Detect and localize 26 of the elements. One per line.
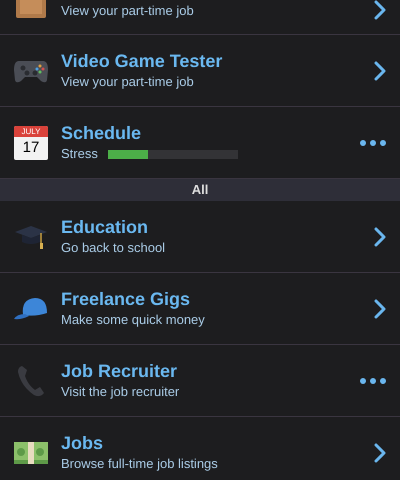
item-title: Jobs xyxy=(61,432,104,455)
item-title: Freelance Gigs xyxy=(61,288,192,311)
more-icon[interactable] xyxy=(360,378,386,384)
item-subtitle: Make some quick money xyxy=(61,311,206,329)
more-icon[interactable] xyxy=(360,140,386,146)
meter-label: Stress xyxy=(61,145,98,163)
calendar-month: JULY xyxy=(14,126,48,136)
item-title: Job Recruiter xyxy=(61,360,178,383)
item-title: Video Game Tester xyxy=(61,50,224,73)
section-header: All xyxy=(0,179,400,201)
item-subtitle: Visit the job recruiter xyxy=(61,383,180,401)
item-title: Education xyxy=(61,216,150,239)
item-subtitle: View your part-time job xyxy=(61,73,195,91)
chevron-right-icon[interactable] xyxy=(374,442,386,462)
chevron-right-icon[interactable] xyxy=(374,0,386,20)
phone-icon xyxy=(16,364,46,398)
banknote-icon xyxy=(13,440,49,466)
item-subtitle: Browse full-time job listings xyxy=(61,455,219,473)
item-title: Schedule xyxy=(61,122,142,145)
item-subtitle: View your part-time job xyxy=(61,2,195,20)
chevron-right-icon[interactable] xyxy=(374,60,386,80)
list-item[interactable]: View your part-time job xyxy=(0,0,400,35)
item-subtitle: Go back to school xyxy=(61,239,166,257)
calendar-day: 17 xyxy=(22,136,40,158)
chevron-right-icon[interactable] xyxy=(374,298,386,318)
chevron-right-icon[interactable] xyxy=(374,226,386,246)
